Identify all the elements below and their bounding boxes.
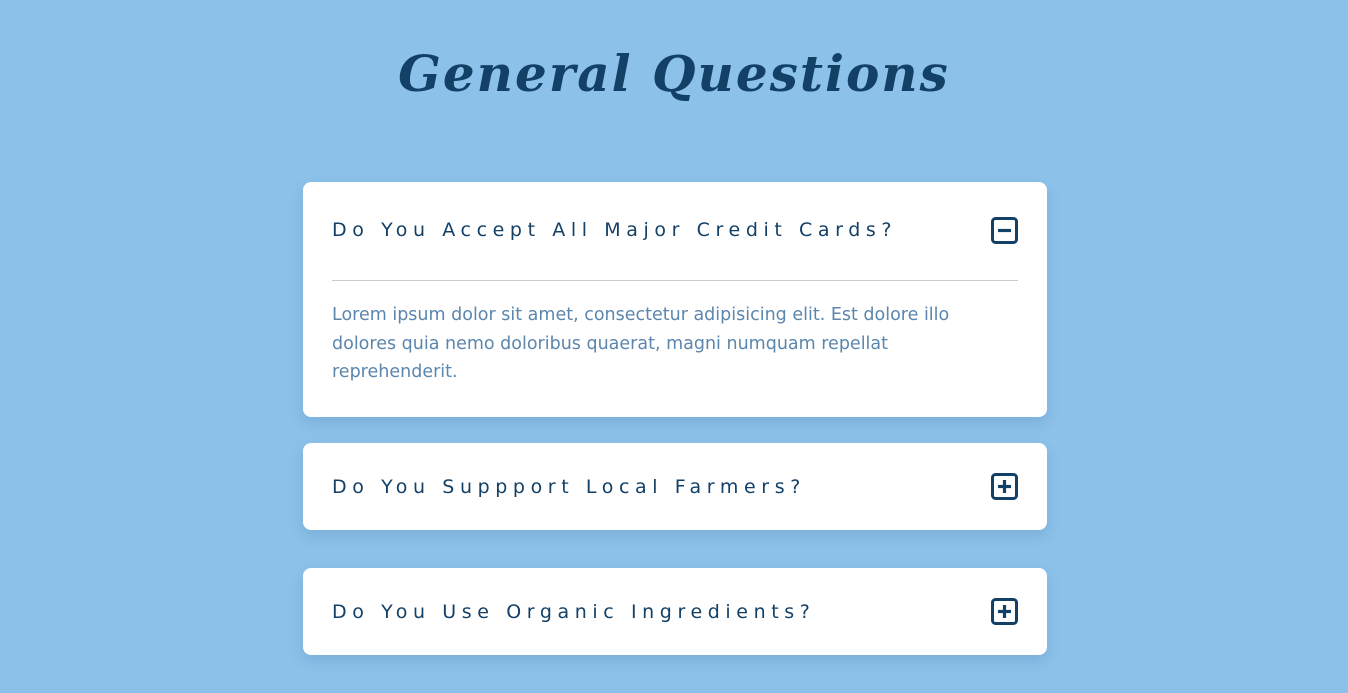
faq-page: General Questions Do You Accept All Majo…	[0, 0, 1348, 693]
faq-item-local-farmers: Do You Suppport Local Farmers?	[303, 443, 1047, 530]
faq-question-header[interactable]: Do You Use Organic Ingredients?	[303, 568, 1047, 655]
faq-item-organic-ingredients: Do You Use Organic Ingredients?	[303, 568, 1047, 655]
page-title: General Questions	[398, 44, 950, 103]
faq-answer-text: Lorem ipsum dolor sit amet, consectetur …	[332, 305, 950, 382]
faq-question-text: Do You Use Organic Ingredients?	[332, 600, 816, 623]
minus-square-icon[interactable]	[991, 216, 1018, 244]
faq-question-header[interactable]: Do You Accept All Major Credit Cards?	[303, 182, 1047, 280]
faq-question-header[interactable]: Do You Suppport Local Farmers?	[303, 443, 1047, 530]
plus-square-icon[interactable]	[991, 598, 1018, 625]
faq-question-text: Do You Accept All Major Credit Cards?	[332, 219, 898, 241]
faq-question-text: Do You Suppport Local Farmers?	[332, 475, 806, 498]
plus-square-icon[interactable]	[991, 473, 1018, 500]
faq-item-credit-cards: Do You Accept All Major Credit Cards? Lo…	[303, 182, 1047, 417]
